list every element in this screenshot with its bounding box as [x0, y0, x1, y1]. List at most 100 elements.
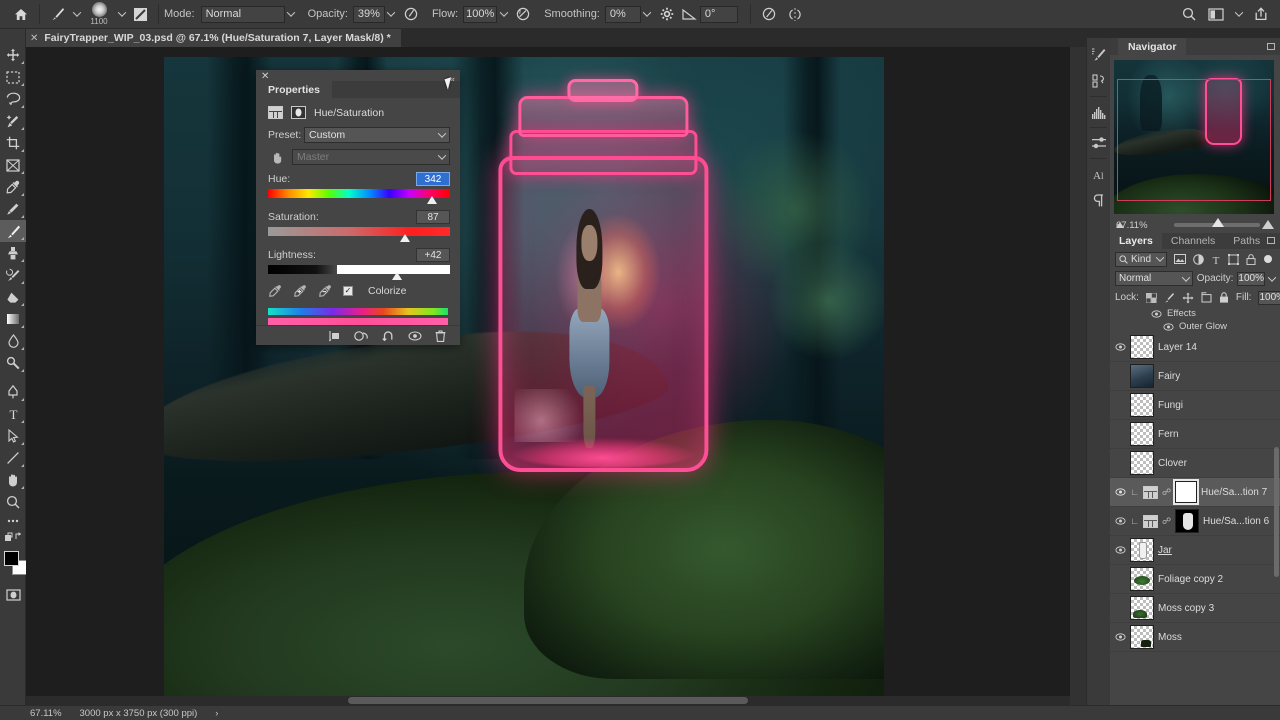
workspace-switcher-icon[interactable]	[1207, 7, 1225, 21]
table-row[interactable]: Fairy	[1110, 362, 1280, 391]
layer-mask-thumbnail[interactable]	[1175, 509, 1199, 533]
layer-name[interactable]: Clover	[1158, 458, 1187, 469]
layer-name[interactable]: Hue/Sa...tion 6	[1203, 516, 1269, 527]
home-icon[interactable]	[8, 2, 34, 26]
channel-dropdown[interactable]: Master	[292, 149, 450, 165]
visibility-toggle-icon[interactable]	[1114, 341, 1126, 353]
scrollbar-thumb[interactable]	[348, 697, 748, 704]
smoothing-input[interactable]: 0%	[604, 5, 654, 23]
flow-input[interactable]: 100%	[463, 5, 510, 23]
foreground-color-swatch[interactable]	[4, 551, 19, 566]
edit-toolbar-tool[interactable]	[0, 513, 26, 529]
lock-all-icon[interactable]	[1219, 292, 1229, 303]
view-previous-state-icon[interactable]	[354, 330, 369, 341]
hand-tool[interactable]	[0, 469, 26, 491]
move-tool[interactable]	[0, 44, 26, 66]
zoom-in-icon[interactable]	[1262, 220, 1274, 229]
chevron-down-icon[interactable]	[1234, 11, 1243, 17]
gear-icon[interactable]	[654, 2, 680, 26]
eyedropper-tool[interactable]	[0, 176, 26, 198]
visibility-toggle-icon[interactable]	[1114, 486, 1126, 498]
symmetry-icon[interactable]	[782, 2, 808, 26]
scrollbar-thumb[interactable]	[1274, 447, 1279, 577]
link-mask-icon[interactable]: ☍	[1162, 516, 1171, 527]
shape-layer-filter-icon[interactable]	[1228, 253, 1239, 265]
smart-object-filter-icon[interactable]	[1246, 253, 1256, 265]
adjustment-layer-filter-icon[interactable]	[1193, 253, 1204, 265]
table-row[interactable]: Clover	[1110, 449, 1280, 478]
table-row[interactable]: Foliage copy 2	[1110, 565, 1280, 594]
spot-healing-brush-tool[interactable]	[0, 198, 26, 220]
visibility-toggle-icon[interactable]	[1150, 308, 1162, 320]
preset-dropdown[interactable]: Custom	[304, 127, 450, 143]
pixel-layer-filter-icon[interactable]	[1174, 254, 1186, 264]
color-swatches[interactable]	[0, 549, 27, 579]
hue-slider-track[interactable]	[268, 189, 450, 198]
layer-fill-value[interactable]: 100%	[1258, 290, 1280, 305]
clone-source-icon[interactable]	[1087, 68, 1111, 94]
eraser-tool[interactable]	[0, 286, 26, 308]
layer-thumbnail[interactable]	[1130, 596, 1154, 620]
type-tool[interactable]: T	[0, 403, 26, 425]
brush-tip-preview[interactable]: 1100	[82, 1, 116, 27]
crop-tool[interactable]	[0, 132, 26, 154]
table-row[interactable]: Moss copy 3	[1110, 594, 1280, 623]
pressure-opacity-icon[interactable]	[398, 2, 424, 26]
layer-name[interactable]: Fungi	[1158, 400, 1183, 411]
canvas-horizontal-scrollbar[interactable]	[26, 696, 1070, 705]
tab-layers[interactable]: Layers	[1110, 233, 1162, 249]
layer-thumbnail[interactable]	[1130, 364, 1154, 388]
path-selection-tool[interactable]	[0, 425, 26, 447]
visibility-toggle-icon[interactable]	[1114, 399, 1126, 411]
effect-outer-glow-row[interactable]: Outer Glow	[1110, 320, 1280, 333]
blend-mode-dropdown[interactable]: Normal	[200, 5, 298, 23]
close-icon[interactable]: ✕	[30, 33, 38, 44]
layer-thumbnail[interactable]	[1130, 451, 1154, 475]
histogram-icon[interactable]	[1087, 99, 1111, 125]
type-layer-filter-icon[interactable]: T	[1211, 254, 1221, 265]
link-mask-icon[interactable]: ☍	[1162, 487, 1171, 498]
layer-thumbnail[interactable]	[1130, 393, 1154, 417]
layer-mask-icon[interactable]	[291, 106, 306, 119]
brush-panel-toggle-icon[interactable]	[127, 2, 153, 26]
navigator-zoom-knob[interactable]	[1211, 218, 1224, 227]
targeted-adjustment-icon[interactable]	[268, 149, 286, 165]
share-icon[interactable]	[1252, 7, 1270, 21]
navigator-thumbnail[interactable]	[1114, 60, 1274, 214]
visibility-toggle-icon[interactable]	[1114, 515, 1126, 527]
visibility-toggle-icon[interactable]	[1114, 544, 1126, 556]
delete-icon[interactable]	[435, 329, 446, 342]
tab-channels[interactable]: Channels	[1162, 233, 1224, 249]
rectangular-marquee-tool[interactable]	[0, 66, 26, 88]
layer-thumbnail[interactable]	[1130, 422, 1154, 446]
brush-tool-icon[interactable]	[45, 2, 71, 26]
layer-name[interactable]: Fairy	[1158, 371, 1180, 382]
visibility-toggle-icon[interactable]	[1114, 457, 1126, 469]
lock-artboard-icon[interactable]	[1201, 292, 1212, 303]
line-shape-tool[interactable]	[0, 447, 26, 469]
lightness-slider-track[interactable]	[268, 265, 450, 274]
pen-tool[interactable]	[0, 381, 26, 403]
layer-name[interactable]: Jar	[1158, 545, 1172, 556]
table-row[interactable]: Layer 14	[1110, 333, 1280, 362]
hue-saturation-adjustment-icon[interactable]	[1143, 514, 1158, 528]
reset-icon[interactable]	[382, 330, 395, 341]
hue-value[interactable]: 342	[416, 172, 450, 186]
clone-stamp-tool[interactable]	[0, 242, 26, 264]
default-colors-icon[interactable]	[0, 529, 26, 545]
lock-transparency-icon[interactable]	[1145, 292, 1157, 303]
navigator-thumbnail-area[interactable]	[1110, 55, 1280, 217]
layer-name[interactable]: Layer 14	[1158, 342, 1197, 353]
layer-thumbnail[interactable]	[1130, 625, 1154, 649]
visibility-toggle-icon[interactable]	[1114, 370, 1126, 382]
table-row[interactable]: Moss	[1110, 623, 1280, 652]
eyedropper-icon[interactable]	[268, 284, 282, 298]
document-tab[interactable]: ✕ FairyTrapper_WIP_03.psd @ 67.1% (Hue/S…	[24, 29, 401, 47]
tab-navigator[interactable]: Navigator	[1118, 38, 1187, 55]
pressure-size-icon[interactable]	[756, 2, 782, 26]
quick-selection-tool[interactable]	[0, 110, 26, 132]
visibility-toggle-icon[interactable]	[1114, 573, 1126, 585]
tab-paths[interactable]: Paths	[1224, 233, 1269, 249]
colorize-checkbox[interactable]: ✓	[343, 286, 353, 296]
visibility-toggle-icon[interactable]	[1114, 631, 1126, 643]
